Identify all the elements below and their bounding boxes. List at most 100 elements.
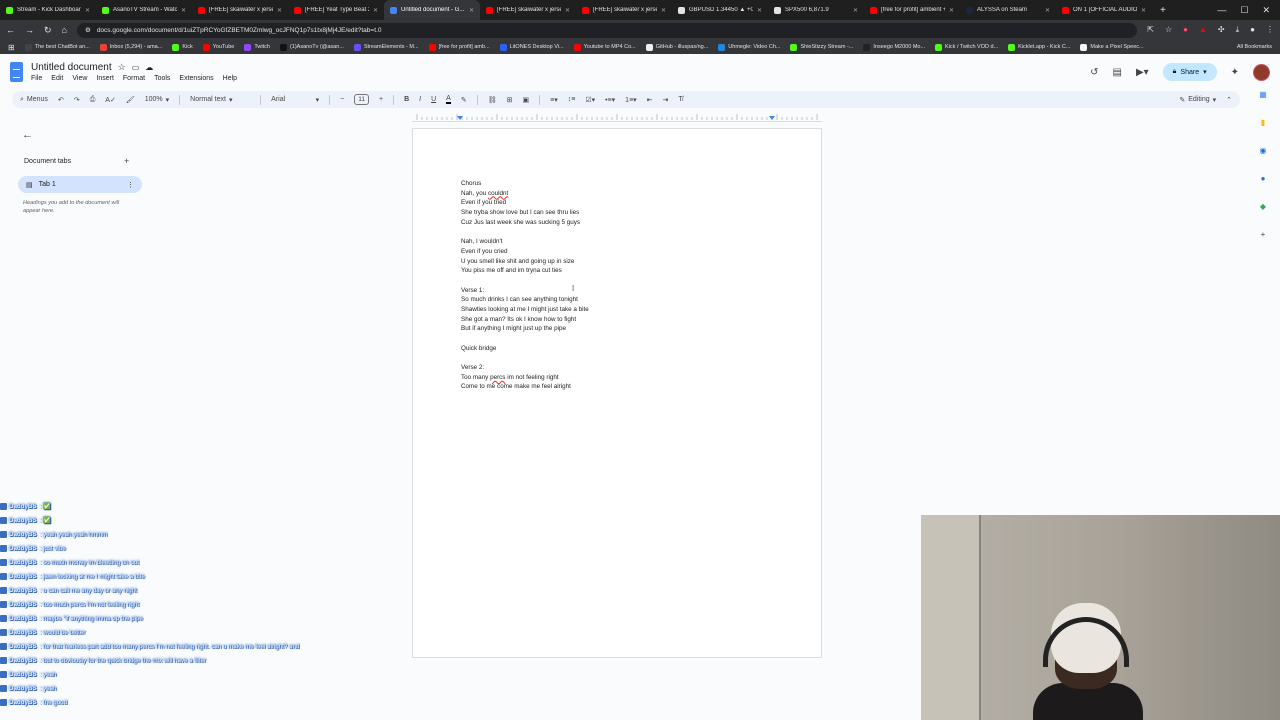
extensions-puzzle-icon[interactable]: ✣ bbox=[1218, 25, 1225, 35]
close-tab-icon[interactable]: ✕ bbox=[469, 7, 474, 14]
browser-tab[interactable]: GBPUSD 1.34450 ▲ +0.14% ✕ bbox=[672, 0, 768, 20]
close-tab-icon[interactable]: ✕ bbox=[373, 7, 378, 14]
document-line[interactable]: Verse 2: bbox=[461, 363, 781, 373]
bookmark-item[interactable]: LitONES Desktop Vi... bbox=[499, 43, 564, 51]
document-line[interactable]: Shawties looking at me I might just take… bbox=[461, 305, 781, 315]
move-folder-icon[interactable]: ▭ bbox=[132, 63, 140, 72]
document-line[interactable]: Quick bridge bbox=[461, 344, 781, 354]
checklist-icon[interactable]: ☑▾ bbox=[585, 96, 595, 104]
version-history-icon[interactable]: ↺ bbox=[1090, 67, 1098, 78]
keep-icon[interactable]: ▮ bbox=[1261, 118, 1265, 127]
bookmark-item[interactable]: Uhmegle: Video Ch... bbox=[718, 43, 780, 51]
document-line[interactable]: She tryba show love but I can see thru l… bbox=[461, 208, 781, 218]
share-button[interactable]: 🔒︎ Share ▾ bbox=[1162, 63, 1217, 81]
avatar[interactable] bbox=[1253, 63, 1270, 81]
maps-icon[interactable]: ◆ bbox=[1260, 202, 1266, 211]
bookmark-item[interactable]: Inbox (5,294) - ama... bbox=[99, 43, 162, 51]
browser-tab[interactable]: [free for profit] ambient + ... ✕ bbox=[864, 0, 960, 20]
reload-icon[interactable]: ↻ bbox=[44, 25, 52, 36]
minimize-icon[interactable]: — bbox=[1217, 5, 1226, 16]
calendar-icon[interactable]: ▦ bbox=[1259, 90, 1267, 99]
browser-tab[interactable]: Untitled document - G... ✕ bbox=[384, 0, 480, 20]
bookmark-star-icon[interactable]: ☆ bbox=[1165, 25, 1172, 35]
menu-format[interactable]: Format bbox=[123, 75, 145, 82]
address-bar[interactable]: ⚙ docs.google.com/document/d/1uiZTpRCYoG… bbox=[76, 22, 1138, 38]
gemini-icon[interactable]: ✦ bbox=[1231, 67, 1239, 78]
italic-icon[interactable]: I bbox=[419, 96, 421, 103]
all-bookmarks[interactable]: All Bookmarks bbox=[1237, 44, 1272, 50]
menu-edit[interactable]: Edit bbox=[51, 75, 63, 82]
bookmark-item[interactable]: ShieStizzy Stream -... bbox=[790, 43, 853, 51]
bookmark-item[interactable]: Inseego M2000 Mo... bbox=[863, 43, 925, 51]
line-spacing-icon[interactable]: ↕≡ bbox=[568, 96, 576, 103]
align-icon[interactable]: ≡▾ bbox=[550, 96, 558, 104]
close-tab-icon[interactable]: ✕ bbox=[277, 7, 282, 14]
site-info-icon[interactable]: ⚙ bbox=[85, 26, 91, 34]
document-line[interactable]: Nah, you couldnt bbox=[461, 189, 781, 199]
extension-icon[interactable]: ▲ bbox=[1199, 25, 1207, 35]
bookmark-item[interactable]: Kicklet.app - Kick C... bbox=[1008, 43, 1070, 51]
print-icon[interactable]: ⎙ bbox=[90, 96, 96, 104]
close-tab-icon[interactable]: ✕ bbox=[181, 7, 186, 14]
bulleted-list-icon[interactable]: •≡▾ bbox=[605, 96, 615, 104]
browser-tab[interactable]: [FREE] skaiwater x jersey cl... ✕ bbox=[480, 0, 576, 20]
document-line[interactable]: But if anything I might just up the pipe bbox=[461, 324, 781, 334]
bookmark-item[interactable]: Make a Pixel Speec... bbox=[1080, 43, 1144, 51]
profile-icon[interactable]: ● bbox=[1250, 25, 1255, 35]
close-tab-icon[interactable]: ✕ bbox=[565, 7, 570, 14]
document-line[interactable]: Too many percs im not feeling right bbox=[461, 373, 781, 383]
document-line[interactable] bbox=[461, 353, 781, 363]
close-tab-icon[interactable]: ✕ bbox=[949, 7, 954, 14]
numbered-list-icon[interactable]: 1≡▾ bbox=[625, 96, 637, 104]
spellcheck-icon[interactable]: A✓ bbox=[105, 96, 116, 104]
editing-mode-select[interactable]: ✎ Editing ▾ bbox=[1179, 96, 1216, 104]
bookmark-item[interactable]: [free for profit] amb... bbox=[428, 43, 490, 51]
bookmark-item[interactable]: StreamElements - M... bbox=[353, 43, 419, 51]
document-line[interactable]: You piss me off and im tryna cut ties bbox=[461, 266, 781, 276]
maximize-icon[interactable]: ☐ bbox=[1240, 5, 1248, 16]
image-icon[interactable]: ▣ bbox=[522, 96, 529, 104]
download-icon[interactable]: ⤓ bbox=[1236, 25, 1240, 35]
close-tab-icon[interactable]: ✕ bbox=[853, 7, 858, 14]
spelling-error[interactable]: couldnt bbox=[488, 190, 508, 197]
browser-tab[interactable]: AsanoTV Stream - Watch Li... ✕ bbox=[96, 0, 192, 20]
document-line[interactable] bbox=[461, 227, 781, 237]
chevron-down-icon[interactable]: ▾ bbox=[1203, 68, 1207, 76]
link-icon[interactable]: ⛓︎ bbox=[488, 96, 497, 104]
tasks-icon[interactable]: ◉ bbox=[1260, 146, 1267, 155]
new-tab-button[interactable]: + bbox=[1152, 5, 1174, 16]
close-tab-icon[interactable]: ✕ bbox=[85, 7, 90, 14]
document-line[interactable]: She got a man? Its ok I know how to figh… bbox=[461, 315, 781, 325]
menu-file[interactable]: File bbox=[31, 75, 42, 82]
browser-tab[interactable]: ON 1 [OFFICIAL AUDIO] - Y... ✕ bbox=[1056, 0, 1152, 20]
highlight-icon[interactable]: ✎ bbox=[461, 96, 467, 104]
meet-icon[interactable]: ▶▾ bbox=[1136, 67, 1149, 78]
menu-insert[interactable]: Insert bbox=[96, 75, 114, 82]
zoom-select[interactable]: 100% ▾ bbox=[145, 96, 169, 104]
tab-item-1[interactable]: ▤ Tab 1 ⋮ bbox=[18, 176, 142, 193]
tab-options-icon[interactable]: ⋮ bbox=[127, 181, 134, 189]
undo-icon[interactable]: ↶ bbox=[58, 96, 64, 104]
close-tab-icon[interactable]: ✕ bbox=[1141, 7, 1146, 14]
add-tab-icon[interactable]: + bbox=[124, 156, 129, 166]
increase-indent-icon[interactable]: ⇥ bbox=[663, 96, 669, 104]
document-line[interactable]: Verse 1: bbox=[461, 286, 781, 296]
bookmark-item[interactable]: Kick bbox=[172, 43, 193, 51]
right-indent-marker[interactable] bbox=[769, 116, 775, 120]
back-icon[interactable]: ← bbox=[6, 25, 15, 35]
underline-icon[interactable]: U bbox=[431, 96, 436, 103]
browser-tab[interactable]: [FREE] skaiwater x jersey cl... ✕ bbox=[192, 0, 288, 20]
text-color-icon[interactable]: A bbox=[446, 95, 451, 104]
document-line[interactable]: Cuz Jus last week she was sucking 5 guys bbox=[461, 218, 781, 228]
paint-format-icon[interactable]: 🖌︎ bbox=[126, 96, 135, 104]
style-select[interactable]: Normal text ▾ bbox=[190, 96, 250, 104]
browser-tab[interactable]: Stream - Kick Dashboard ✕ bbox=[0, 0, 96, 20]
comment-icon[interactable]: ⊞ bbox=[507, 96, 513, 104]
back-arrow-icon[interactable]: ← bbox=[22, 129, 33, 141]
cast-icon[interactable]: ⇱ bbox=[1147, 25, 1154, 35]
bookmark-item[interactable]: Youtube to MP4 Co... bbox=[573, 43, 636, 51]
bookmark-item[interactable]: The best ChatBot an... bbox=[24, 43, 90, 51]
bookmark-item[interactable]: (1)AsanoTv (@asan... bbox=[279, 43, 344, 51]
add-on-icon[interactable]: + bbox=[1261, 230, 1266, 239]
document-line[interactable]: Even if you tried bbox=[461, 198, 781, 208]
